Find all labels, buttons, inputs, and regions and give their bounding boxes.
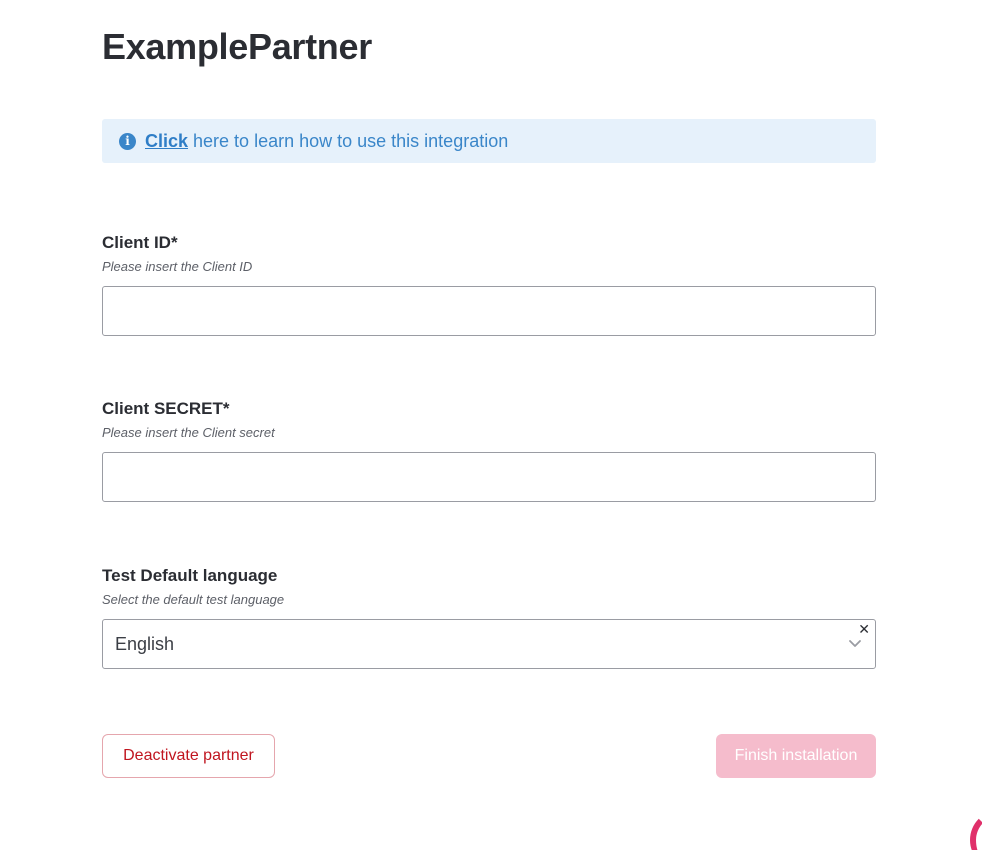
close-icon[interactable]: ✕ (858, 621, 870, 637)
client-id-input[interactable] (102, 286, 876, 336)
info-icon: i (119, 132, 136, 150)
info-banner: i Click here to learn how to use this in… (102, 119, 876, 163)
help-widget-edge[interactable] (970, 810, 982, 850)
client-id-hint: Please insert the Client ID (102, 259, 253, 274)
page-title: ExamplePartner (102, 26, 372, 67)
client-id-label: Client ID* (102, 233, 178, 252)
info-banner-text: here to learn how to use this integratio… (193, 130, 509, 151)
client-secret-hint: Please insert the Client secret (102, 425, 275, 440)
language-selected-value: English (115, 633, 175, 654)
deactivate-partner-button[interactable]: Deactivate partner (102, 734, 275, 778)
language-hint: Select the default test language (102, 592, 285, 607)
chevron-down-icon[interactable] (849, 640, 861, 648)
learn-more-link[interactable]: Click (145, 131, 188, 152)
finish-installation-button[interactable]: Finish installation (716, 734, 876, 778)
client-secret-label: Client SECRET* (102, 399, 230, 418)
language-field-group: Test Default language Select the default… (102, 566, 876, 669)
language-select[interactable]: English ✕ (102, 619, 876, 669)
integration-settings-page: ExamplePartner i Click here to learn how… (0, 0, 982, 850)
client-secret-field-group: Client SECRET* Please insert the Client … (102, 399, 876, 502)
language-label: Test Default language (102, 566, 278, 585)
client-secret-input[interactable] (102, 452, 876, 502)
client-id-field-group: Client ID* Please insert the Client ID (102, 233, 876, 336)
